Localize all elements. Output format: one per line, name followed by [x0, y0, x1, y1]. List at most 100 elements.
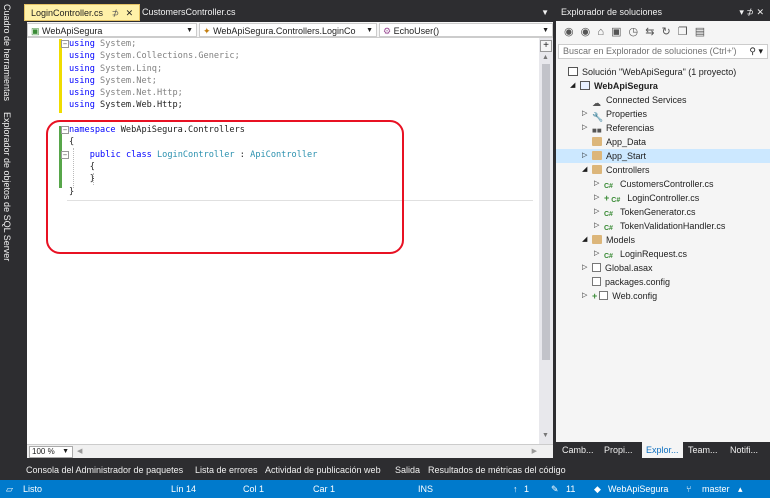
tab-error-list[interactable]: Lista de errores [195, 462, 258, 478]
expanded-arrow-icon[interactable]: ◢ [582, 233, 587, 247]
collapsed-arrow-icon[interactable]: ▷ [582, 289, 587, 303]
tab-customers-controller[interactable]: CustomersController.cs [136, 4, 242, 21]
switch-views-icon[interactable]: ▣ [611, 26, 623, 38]
collapsed-arrow-icon[interactable]: ▷ [594, 177, 599, 191]
csharp-icon: C# [604, 211, 613, 219]
tab-code-metrics[interactable]: Resultados de métricas del código [428, 462, 566, 478]
class-dropdown[interactable]: ✦ WebApiSegura.Controllers.LoginCo ▼ [199, 23, 377, 37]
tab-package-manager-console[interactable]: Consola del Administrador de paquetes [26, 462, 183, 478]
tree-item[interactable]: ▷ + C# LoginController.cs [556, 191, 770, 205]
back-icon[interactable]: ◉ [564, 26, 576, 38]
tree-item[interactable]: ☁ Connected Services [556, 93, 770, 108]
collapsed-arrow-icon[interactable]: ▷ [582, 261, 587, 275]
tree-item-label: Properties [606, 109, 648, 119]
tree-item[interactable]: ▷ C# LoginRequest.cs [556, 247, 770, 261]
collapsed-arrow-icon[interactable]: ▷ [594, 191, 599, 205]
collapse-usings-icon[interactable]: − [61, 40, 69, 48]
tab-web-publish-activity[interactable]: Actividad de publicación web [265, 462, 381, 478]
pin-icon[interactable]: ⊅ [112, 8, 120, 18]
scroll-down-icon[interactable]: ▼ [542, 432, 549, 439]
branch-icon[interactable]: ⑂ [686, 480, 691, 498]
forward-icon[interactable]: ◉ [581, 26, 593, 38]
search-icon[interactable]: ⚲ ▾ [749, 45, 763, 58]
preview-icon[interactable]: ▤ [695, 26, 707, 38]
split-window-icon[interactable]: + [540, 40, 552, 52]
unpushed-count[interactable]: 1 [524, 480, 529, 498]
tree-item-label: packages.config [605, 277, 671, 287]
copy-icon[interactable]: ❐ [678, 26, 690, 38]
push-icon[interactable]: ↑ [513, 480, 518, 498]
collapsed-arrow-icon[interactable]: ▷ [594, 247, 599, 261]
sql-server-object-explorer-tab[interactable]: Explorador de objetos de SQL Server [2, 112, 12, 261]
tab-output[interactable]: Salida [395, 462, 420, 478]
project-dropdown[interactable]: ▣ WebApiSegura ▼ [27, 23, 197, 37]
class-icon: ✦ [203, 26, 211, 36]
code-line[interactable]: using System.Web.Http; [69, 99, 317, 111]
tree-item[interactable]: ▷ C# TokenValidationHandler.cs [556, 219, 770, 233]
scrollbar-thumb[interactable] [542, 64, 550, 360]
member-dropdown[interactable]: ⚙ EchoUser() ▼ [379, 23, 553, 37]
collapsed-arrow-icon[interactable]: ▷ [594, 205, 599, 219]
zoom-select[interactable]: 100 % ▼ [29, 446, 73, 458]
code-line[interactable]: using System.Collections.Generic; [69, 50, 317, 62]
code-line[interactable]: using System.Linq; [69, 63, 317, 75]
tab-label: LoginController.cs [31, 8, 104, 18]
tree-item-label: App_Start [606, 151, 647, 161]
branch-name[interactable]: master [702, 480, 730, 498]
home-icon[interactable]: ⌂ [597, 26, 606, 38]
tree-item[interactable]: ◢ WebApiSegura [556, 79, 770, 93]
pending-changes-count[interactable]: 11 [566, 480, 575, 498]
close-icon[interactable]: ✕ [126, 8, 134, 18]
repository-name[interactable]: WebApiSegura [608, 480, 668, 498]
tree-item[interactable]: ▷ 🔧 Properties [556, 107, 770, 122]
vertical-scrollbar[interactable]: + ▲ ▼ [539, 38, 553, 444]
tabs-dropdown-icon[interactable]: ▼ [541, 4, 549, 21]
refresh-icon[interactable]: ↻ [661, 26, 672, 38]
tree-item[interactable]: Solución "WebApiSegura" (1 proyecto) [556, 65, 770, 79]
tree-item[interactable]: ▷ App_Start [556, 149, 770, 163]
toolbox-tab[interactable]: Cuadro de herramientas [2, 4, 12, 101]
panel-controls[interactable]: ▾ ⊅ ✕ [739, 4, 764, 21]
chevron-up-icon[interactable]: ▴ [738, 480, 743, 498]
tree-item[interactable]: ▷ C# CustomersController.cs [556, 177, 770, 191]
navigation-bar: ▣ WebApiSegura ▼ ✦ WebApiSegura.Controll… [27, 22, 553, 38]
solution-explorer-search-input[interactable]: Buscar en Explorador de soluciones (Ctrl… [558, 44, 768, 59]
tab-notifications[interactable]: Notifi... [726, 442, 762, 458]
tree-item[interactable]: packages.config [556, 275, 770, 289]
tree-item[interactable]: App_Data [556, 135, 770, 149]
code-token: System.Web.Http; [94, 100, 183, 111]
scroll-right-icon[interactable]: ▶ [532, 447, 537, 455]
tab-team-changes[interactable]: Camb... [558, 442, 598, 458]
tree-item[interactable]: ▷ C# TokenGenerator.cs [556, 205, 770, 219]
code-line[interactable]: using System; [69, 38, 317, 50]
tree-item-label: Connected Services [606, 95, 687, 105]
tree-item[interactable]: ▷ Global.asax [556, 261, 770, 275]
tab-login-controller[interactable]: LoginController.cs ⊅ ✕ [24, 4, 141, 21]
tab-solution-explorer[interactable]: Explor... [642, 442, 683, 458]
collapsed-arrow-icon[interactable]: ▷ [582, 107, 587, 121]
tree-item-label: LoginController.cs [627, 193, 700, 203]
tree-item[interactable]: ▷ + Web.config [556, 289, 770, 303]
tab-team-explorer[interactable]: Team... [684, 442, 722, 458]
tab-properties[interactable]: Propi... [600, 442, 637, 458]
sync-icon[interactable]: ⇆ [645, 26, 656, 38]
collapsed-arrow-icon[interactable]: ▷ [582, 121, 587, 135]
tab-label: CustomersController.cs [142, 7, 236, 17]
collapsed-arrow-icon[interactable]: ▷ [582, 149, 587, 163]
tree-item[interactable]: ◢ Models [556, 233, 770, 247]
tree-item[interactable]: ◢ Controllers [556, 163, 770, 177]
history-icon[interactable]: ◷ [629, 26, 641, 38]
solution-explorer-toolbar: ◉ ◉ ⌂ ▣ ◷ ⇆ ↻ ❐ ▤ [556, 21, 770, 43]
expanded-arrow-icon[interactable]: ◢ [582, 163, 587, 177]
pencil-icon[interactable]: ✎ [551, 480, 559, 498]
code-line[interactable]: using System.Net; [69, 75, 317, 87]
code-line[interactable]: using System.Net.Http; [69, 87, 317, 99]
tree-item[interactable]: ▷ ■■ Referencias [556, 121, 770, 135]
scroll-up-icon[interactable]: ▲ [542, 54, 549, 61]
expanded-arrow-icon[interactable]: ◢ [570, 79, 575, 93]
scroll-left-icon[interactable]: ◀ [77, 447, 82, 455]
status-line: Lín 14 [171, 484, 197, 494]
tree-item-label: Solución "WebApiSegura" (1 proyecto) [582, 67, 737, 77]
repo-icon[interactable]: ◆ [594, 480, 601, 498]
collapsed-arrow-icon[interactable]: ▷ [594, 219, 599, 233]
